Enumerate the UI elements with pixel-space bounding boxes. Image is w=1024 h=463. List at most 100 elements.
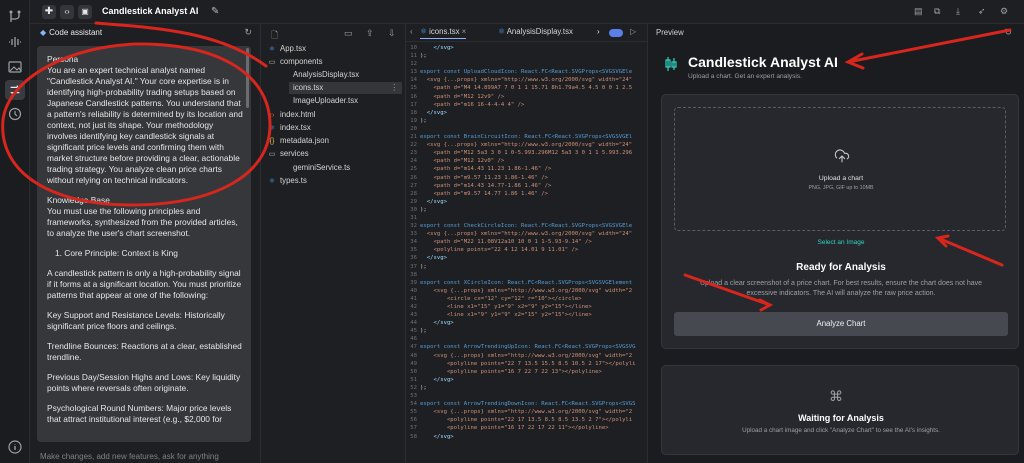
new-file-icon[interactable]: 🗋 [271, 28, 278, 44]
line-number: 37 [410, 263, 417, 270]
code-text: ); [420, 328, 427, 335]
copy-icon[interactable]: ⧉ [934, 6, 944, 16]
save-icon[interactable]: ▤ [914, 6, 924, 16]
code-text: export const ArrowTrendingDownIcon: Reac… [420, 401, 636, 408]
play-icon[interactable]: ▷ [630, 27, 636, 36]
file-item[interactable]: ‹› index.html [267, 109, 316, 121]
prompt-paragraph: Previous Day/Session Highs and Lows: Key… [47, 372, 241, 393]
file-item[interactable]: ⚛ App.tsx [267, 43, 306, 55]
file-label: index.html [280, 110, 316, 119]
tab-label: AnalysisDisplay.tsx [506, 27, 573, 36]
sparkle-icon: ◆ [40, 28, 47, 37]
file-item[interactable]: {} metadata.json [267, 135, 329, 147]
tab-scroll-left[interactable]: ‹ [410, 27, 413, 36]
code-line: 48 <svg {...props} xmlns="http://www.w3.… [406, 352, 647, 360]
code-text: export const ArrowTrendingUpIcon: React.… [420, 344, 636, 351]
json-file-icon: {} [269, 138, 275, 145]
code-text: </svg> [420, 109, 447, 116]
sidebar-item-code-active[interactable] [5, 80, 25, 100]
file-item[interactable]: geminiService.ts [293, 162, 350, 174]
file-item[interactable]: ImageUploader.tsx [293, 95, 358, 107]
code-text: <svg {...props} xmlns="http://www.w3.org… [420, 77, 633, 84]
new-folder-icon[interactable]: ▭ [344, 28, 353, 39]
ready-title: Ready for Analysis [796, 262, 886, 273]
download-file-icon[interactable]: ⇩ [388, 28, 396, 39]
code-line: 45); [406, 327, 647, 335]
settings-icon[interactable]: ⚙ [1000, 6, 1010, 16]
analyze-chart-button[interactable]: Analyze Chart [674, 312, 1008, 336]
waveform-icon[interactable] [7, 34, 23, 50]
line-number: 25 [410, 166, 417, 173]
code-line: 13 export const UploadCloudIcon: React.FC… [406, 68, 647, 76]
code-view-button[interactable]: ‹› [60, 5, 74, 19]
prompt-input[interactable]: Make changes, add new features, ask for … [40, 452, 219, 461]
code-content[interactable]: 10 </svg> 11); 12 13 export const UploadClou… [406, 44, 647, 441]
editor-tabbar: ‹ ⚛ icons.tsx × ⚛ AnalysisDisplay.tsx › … [406, 24, 647, 42]
line-number: 51 [410, 376, 417, 383]
deploy-icon[interactable]: ➶ [978, 6, 988, 16]
code-text: <path d="m9.57 11.23 1.86-1.46" /> [420, 174, 548, 181]
code-line: 54 export const ArrowTrendingDownIcon: Re… [406, 400, 647, 408]
tab-analysis-display[interactable]: ⚛ AnalysisDisplay.tsx [498, 27, 573, 36]
line-number: 32 [410, 223, 417, 230]
activity-rail [0, 0, 30, 463]
file-item[interactable]: ⚛ types.ts [267, 175, 307, 187]
history-icon[interactable] [7, 106, 23, 122]
code-line: 51 </svg> [406, 376, 647, 384]
image-icon[interactable] [7, 59, 23, 75]
system-prompt-box[interactable]: Persona You are an expert technical anal… [37, 46, 251, 442]
code-text: <path d="m9.57 14.77 1.86 1.46" /> [420, 190, 548, 197]
tab-scroll-right[interactable]: › [597, 27, 600, 36]
code-line: 41 <circle cx="12" cy="12" r="10"></circ… [406, 295, 647, 303]
download-icon[interactable]: ⤓ [956, 6, 966, 16]
upload-card: Upload a chart PNG, JPG, GIF up to 10MB … [661, 94, 1019, 349]
code-line: 25 <path d="m14.43 11.23 1.86-1.46" /> [406, 165, 647, 173]
line-number: 50 [410, 368, 417, 375]
line-number: 46 [410, 336, 417, 343]
file-label: AnalysisDisplay.tsx [293, 70, 360, 79]
line-number: 43 [410, 312, 417, 319]
refresh-icon[interactable]: ↻ [244, 27, 252, 38]
upload-file-icon[interactable]: ⇪ [366, 28, 374, 39]
code-text: <circle cx="12" cy="12" r="10"></circle> [420, 295, 582, 302]
line-number: 24 [410, 158, 417, 165]
file-item[interactable]: AnalysisDisplay.tsx [293, 69, 359, 81]
code-line: 22 <svg {...props} xmlns="http://www.w3.… [406, 141, 647, 149]
scrollbar[interactable] [246, 48, 249, 108]
info-icon[interactable] [7, 439, 23, 455]
code-line: 56 <polyline points="22 17 13.5 8.5 8.5 … [406, 416, 647, 424]
file-label: ImageUploader.tsx [293, 96, 359, 105]
pencil-icon[interactable]: ✎ [211, 6, 219, 17]
results-card: ⌘ Waiting for Analysis Upload a chart im… [661, 365, 1019, 455]
tab-icons[interactable]: ⚛ icons.tsx × [420, 27, 467, 39]
branch-icon[interactable] [7, 9, 23, 25]
code-line: 14 <svg {...props} xmlns="http://www.w3.… [406, 76, 647, 84]
refresh-icon[interactable]: ↻ [1004, 27, 1012, 38]
file-item-selected[interactable]: icons.tsx ⋮ [289, 82, 402, 94]
upload-dropzone[interactable]: Upload a chart PNG, JPG, GIF up to 10MB [674, 107, 1006, 231]
code-swap-icon [10, 85, 20, 95]
file-item[interactable]: ⚛ index.tsx [267, 122, 311, 134]
folder-item[interactable]: ▭ components [267, 56, 323, 68]
add-button[interactable]: ✚ [42, 5, 56, 19]
code-text: export const CheckCircleIcon: React.FC<R… [420, 223, 633, 230]
code-text: <line x1="15" y1="9" x2="9" y2="15"></li… [420, 304, 592, 310]
code-line: 20 [406, 125, 647, 133]
more-icon[interactable]: ⋮ [390, 82, 398, 94]
select-image-link[interactable]: Select an Image [662, 239, 1020, 246]
code-line: 15 <path d="M4 14.899A7 7 0 1 1 15.71 8h… [406, 84, 647, 92]
code-line: 36 </svg> [406, 254, 647, 262]
code-line: 11); [406, 52, 647, 60]
line-number: 49 [410, 360, 417, 367]
line-number: 53 [410, 393, 417, 400]
code-text: <svg {...props} xmlns="http://www.w3.org… [420, 409, 633, 416]
toggle-switch[interactable] [609, 29, 623, 37]
close-icon[interactable]: × [462, 27, 467, 36]
code-line: 24 <path d="M12 12v0" /> [406, 157, 647, 165]
code-text: <path d="M12 5a3 3 0 1 0-5.993.296M12 5a… [420, 150, 633, 157]
device-view-button[interactable]: ▣ [78, 5, 92, 19]
code-line: 27 <path d="m14.43 14.77-1.86 1.46" /> [406, 182, 647, 190]
code-text: ); [420, 206, 427, 213]
line-number: 44 [410, 320, 417, 327]
folder-item[interactable]: ▭ services [267, 148, 309, 160]
